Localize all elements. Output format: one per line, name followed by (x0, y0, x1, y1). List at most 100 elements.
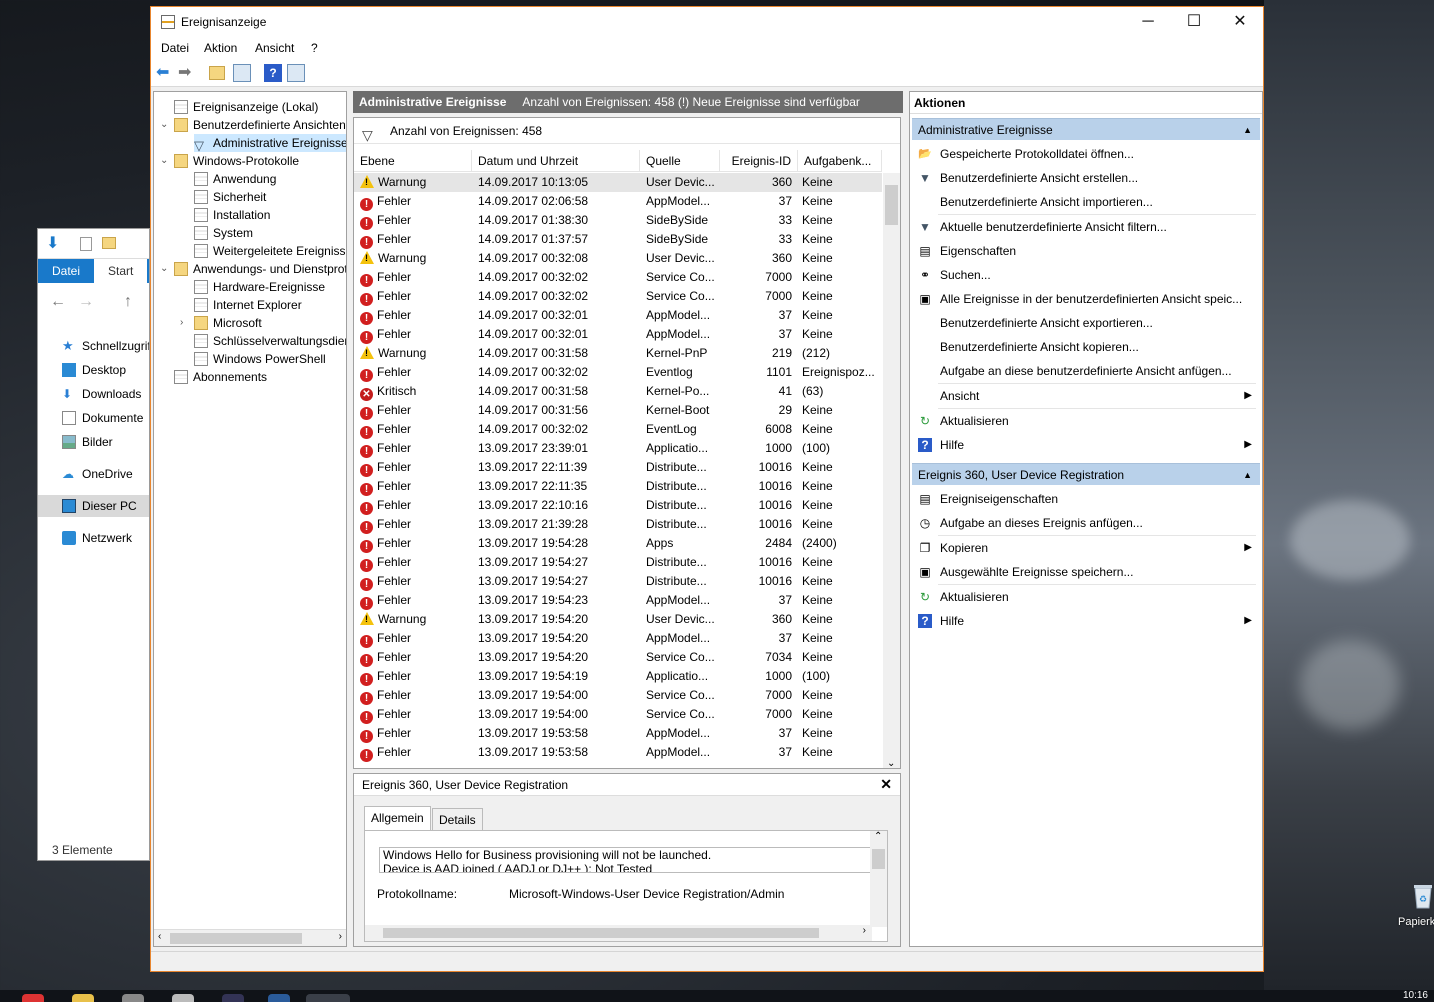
table-row[interactable]: ! Fehler 14.09.2017 02:06:58 AppModel... 37 K… (354, 192, 882, 211)
tree-node[interactable]: Abonnements (174, 368, 267, 386)
table-row[interactable]: ! Fehler 14.09.2017 01:38:30 SideBySide 33 Ke… (354, 211, 882, 230)
tab-details[interactable]: Details (432, 808, 483, 830)
tree-node[interactable]: ⌄ Anwendungs- und Dienstprotokolle (160, 260, 346, 278)
table-row[interactable]: ! Fehler 13.09.2017 19:54:00 Service Co... 7… (354, 686, 882, 705)
arrow-down-icon[interactable]: ⬇ (46, 233, 59, 253)
table-row[interactable]: ! Fehler 13.09.2017 21:39:28 Distribute... 1… (354, 515, 882, 534)
table-row[interactable]: ! Fehler 14.09.2017 00:32:02 Eventlog 1101 Er… (354, 363, 882, 382)
explorer-nav-desktop[interactable]: Desktop (38, 359, 149, 381)
table-row[interactable]: ! Fehler 13.09.2017 22:10:16 Distribute... 1… (354, 496, 882, 515)
explorer-nav-onedrive[interactable]: ☁ OneDrive (38, 463, 149, 485)
action-item[interactable]: ❐ Kopieren ▶ (912, 536, 1258, 560)
menu-help[interactable]: ? (311, 41, 318, 55)
explorer-nav-schnellzugriff[interactable]: ★ Schnellzugriff (38, 335, 149, 357)
scroll-right-icon[interactable]: › (863, 925, 866, 936)
tree-node[interactable]: ⌄ Windows-Protokolle (160, 152, 299, 170)
action-item[interactable]: ⚭ Suchen... (912, 263, 1258, 287)
up-arrow-icon[interactable]: ↑ (124, 293, 132, 311)
back-arrow-icon[interactable]: ⬅ (156, 64, 174, 82)
properties-icon[interactable] (80, 237, 92, 251)
show-hide-tree-icon[interactable] (233, 64, 251, 82)
scroll-up-icon[interactable]: ⌃ (874, 831, 882, 842)
table-row[interactable]: ! Fehler 13.09.2017 19:54:20 AppModel... 37 K… (354, 629, 882, 648)
collapse-arrow-icon[interactable]: ⌄ (160, 116, 170, 134)
scroll-thumb[interactable] (885, 185, 898, 225)
action-item[interactable]: ▤ Eigenschaften (912, 239, 1258, 263)
detail-horizontal-scrollbar[interactable]: › (365, 925, 872, 941)
table-row[interactable]: ! Fehler 13.09.2017 23:39:01 Applicatio... 1… (354, 439, 882, 458)
folder-icon[interactable] (102, 237, 116, 249)
action-item[interactable]: Benutzerdefinierte Ansicht exportieren..… (912, 311, 1258, 335)
column-header-aufgabenkategorie[interactable]: Aufgabenk... (798, 150, 882, 172)
app-taskbar-icon[interactable] (222, 994, 244, 1002)
event-list-panel[interactable]: ▽ Anzahl von Ereignissen: 458 Ebene Datu… (353, 117, 901, 769)
menu-datei[interactable]: Datei (161, 41, 189, 55)
menu-ansicht[interactable]: Ansicht (255, 41, 294, 55)
table-row[interactable]: ✕ Kritisch 14.09.2017 00:31:58 Kernel-Po...… (354, 382, 882, 401)
scroll-thumb[interactable] (872, 849, 885, 869)
explorer-tab-start[interactable]: Start (94, 259, 148, 283)
help-icon[interactable]: ? (264, 64, 282, 82)
table-row[interactable]: ! Fehler 14.09.2017 00:32:01 AppModel... 37 K… (354, 306, 882, 325)
table-row[interactable]: ! Fehler 13.09.2017 22:11:35 Distribute... 1… (354, 477, 882, 496)
table-row[interactable]: ! Fehler 13.09.2017 19:54:28 Apps 2484 (2400) (354, 534, 882, 553)
table-row[interactable]: ! Warnung 14.09.2017 00:31:58 Kernel-PnP 219… (354, 344, 882, 363)
tree-node[interactable]: ▽ Administrative Ereignisse (194, 134, 346, 153)
table-row[interactable]: ! Fehler 14.09.2017 01:37:57 SideBySide 33 Ke… (354, 230, 882, 249)
tree-node[interactable]: Ereignisanzeige (Lokal) (174, 98, 318, 116)
tree-node[interactable]: Installation (194, 206, 270, 224)
table-row[interactable]: ! Fehler 13.09.2017 19:54:27 Distribute... 1… (354, 553, 882, 572)
scroll-right-icon[interactable]: › (339, 931, 342, 942)
table-row[interactable]: ! Fehler 13.09.2017 19:54:23 AppModel... 37 K… (354, 591, 882, 610)
action-item[interactable]: ? Hilfe ▶ (912, 433, 1258, 457)
tree-node[interactable]: Hardware-Ereignisse (194, 278, 325, 296)
expand-arrow-icon[interactable]: › (180, 314, 190, 332)
action-item[interactable]: ◷ Aufgabe an dieses Ereignis anfügen... (912, 511, 1258, 535)
tree-node[interactable]: Internet Explorer (194, 296, 302, 314)
detail-close-button[interactable]: ✕ (880, 776, 892, 793)
table-row[interactable]: ! Fehler 13.09.2017 19:54:27 Distribute... 1… (354, 572, 882, 591)
action-item[interactable]: 📂 Gespeicherte Protokolldatei öffnen... (912, 142, 1258, 166)
tree-node[interactable]: Weitergeleitete Ereignisse (194, 242, 346, 260)
explorer-nav-netzwerk[interactable]: Netzwerk (38, 527, 149, 549)
table-row[interactable]: ! Fehler 13.09.2017 19:53:58 AppModel... 37 K… (354, 724, 882, 743)
action-item[interactable]: ▣ Ausgewählte Ereignisse speichern... (912, 560, 1258, 584)
tree-node[interactable]: Schlüsselverwaltungsdienst (194, 332, 346, 350)
table-row[interactable]: ! Fehler 13.09.2017 22:11:39 Distribute... 1… (354, 458, 882, 477)
table-row[interactable]: ! Fehler 13.09.2017 19:54:19 Applicatio... 1… (354, 667, 882, 686)
action-item[interactable]: ▼ Aktuelle benutzerdefinierte Ansicht fil… (912, 215, 1258, 239)
tree-node[interactable]: Windows PowerShell (194, 350, 326, 368)
tab-allgemein[interactable]: Allgemein (364, 806, 431, 831)
action-item[interactable]: Benutzerdefinierte Ansicht importieren..… (912, 190, 1258, 214)
scroll-left-icon[interactable]: ‹ (158, 931, 161, 942)
explorer-tab-datei[interactable]: Datei (38, 259, 95, 283)
show-hide-action-pane-icon[interactable] (287, 64, 305, 82)
detail-vertical-scrollbar[interactable]: ⌃ (870, 831, 887, 927)
event-viewer-taskbar-icon[interactable] (306, 994, 350, 1002)
action-item[interactable]: ↻ Aktualisieren (912, 409, 1258, 433)
tree-node[interactable]: System (194, 224, 253, 242)
action-item[interactable]: ? Hilfe ▶ (912, 609, 1258, 633)
explorer-nav-downloads[interactable]: ⬇ Downloads (38, 383, 149, 405)
action-item[interactable]: Ansicht ▶ (912, 384, 1258, 408)
event-list-scrollbar[interactable]: ⌄ (883, 173, 900, 768)
scroll-thumb[interactable] (383, 928, 819, 938)
action-item[interactable]: ▣ Alle Ereignisse in der benutzerdefinier… (912, 287, 1258, 311)
collapse-caret-icon[interactable]: ▲ (1243, 119, 1252, 141)
close-button[interactable]: ✕ (1217, 7, 1263, 37)
column-header-quelle[interactable]: Quelle (640, 150, 720, 172)
tree-node[interactable]: › Microsoft (180, 314, 262, 332)
collapse-arrow-icon[interactable]: ⌄ (160, 260, 170, 278)
action-group-header[interactable]: Ereignis 360, User Device Registration ▲ (912, 463, 1260, 485)
app-taskbar-icon[interactable] (268, 994, 290, 1002)
scroll-down-icon[interactable]: ⌄ (887, 758, 895, 768)
collapse-arrow-icon[interactable]: ⌄ (160, 152, 170, 170)
event-message-box[interactable]: Windows Hello for Business provisioning … (379, 847, 873, 873)
table-row[interactable]: ! Fehler 13.09.2017 19:53:58 AppModel... 37 K… (354, 743, 882, 762)
open-folder-icon[interactable] (209, 66, 225, 80)
explorer-taskbar-icon[interactable] (72, 994, 94, 1002)
explorer-nav-bilder[interactable]: Bilder (38, 431, 149, 453)
app-taskbar-icon[interactable] (122, 994, 144, 1002)
forward-arrow-icon[interactable]: ➡ (178, 64, 196, 82)
table-row[interactable]: ! Fehler 14.09.2017 00:32:02 Service Co... 7… (354, 287, 882, 306)
